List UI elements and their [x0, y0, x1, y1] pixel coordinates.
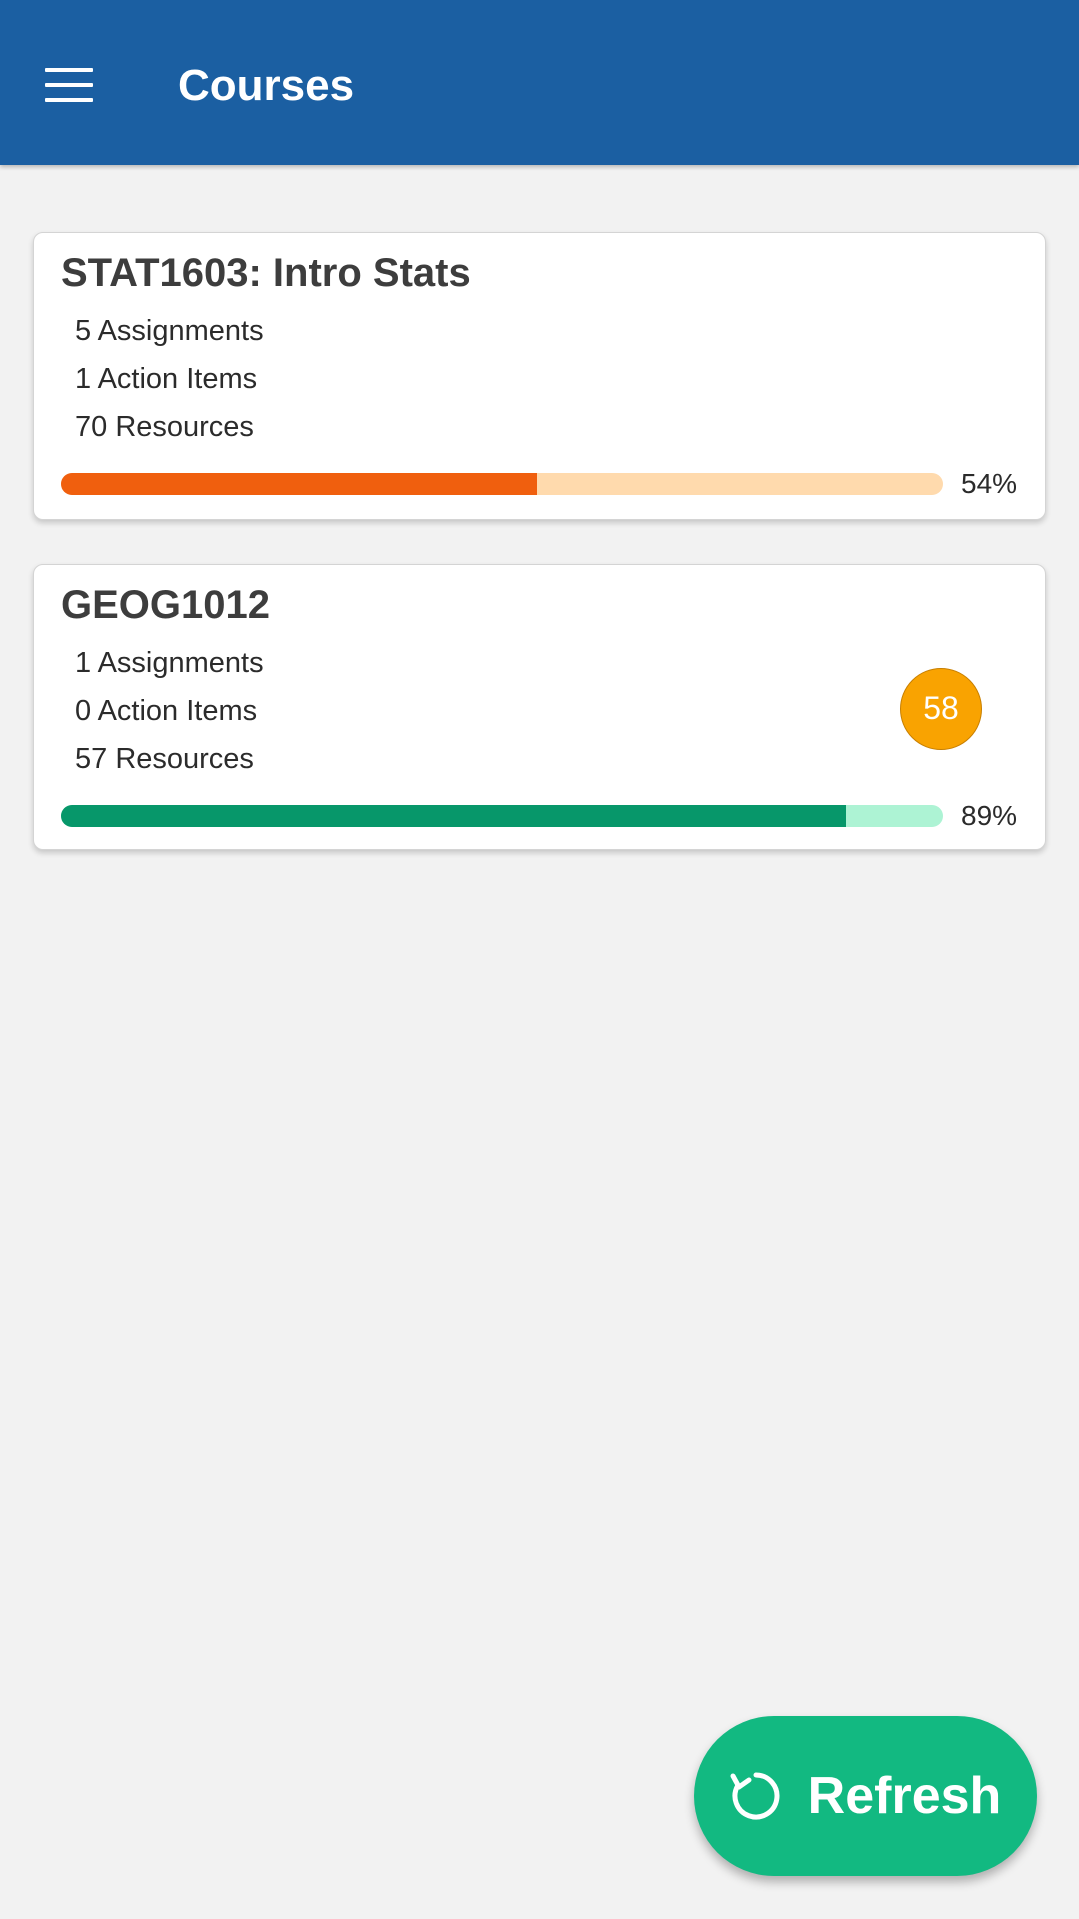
refresh-label: Refresh [807, 1767, 1002, 1825]
assignments-count: 1 Assignments [75, 647, 264, 679]
app-bar: Courses [0, 0, 1079, 165]
refresh-icon [730, 1770, 782, 1822]
progress-bar [61, 473, 943, 495]
progress-percent: 54% [961, 468, 1018, 499]
progress-bar [61, 805, 943, 827]
resources-count: 57 Resources [75, 743, 254, 775]
progress-bar-fill [61, 805, 846, 827]
course-title: STAT1603: Intro Stats [61, 251, 471, 295]
course-card[interactable]: GEOG1012 1 Assignments 0 Action Items 57… [33, 564, 1046, 850]
hamburger-menu-icon [45, 68, 93, 102]
progress-percent: 89% [961, 800, 1018, 831]
action-items-count: 0 Action Items [75, 695, 258, 727]
menu-button[interactable] [30, 50, 108, 120]
resources-count: 70 Resources [75, 411, 254, 443]
course-title: GEOG1012 [61, 583, 271, 627]
progress-bar-fill [61, 473, 538, 495]
action-items-count: 1 Action Items [75, 363, 258, 395]
count-badge: 58 [900, 668, 982, 750]
page-title: Courses [178, 61, 355, 110]
refresh-button[interactable]: Refresh [694, 1716, 1037, 1876]
assignments-count: 5 Assignments [75, 315, 264, 347]
course-card[interactable]: STAT1603: Intro Stats 5 Assignments 1 Ac… [33, 232, 1046, 520]
